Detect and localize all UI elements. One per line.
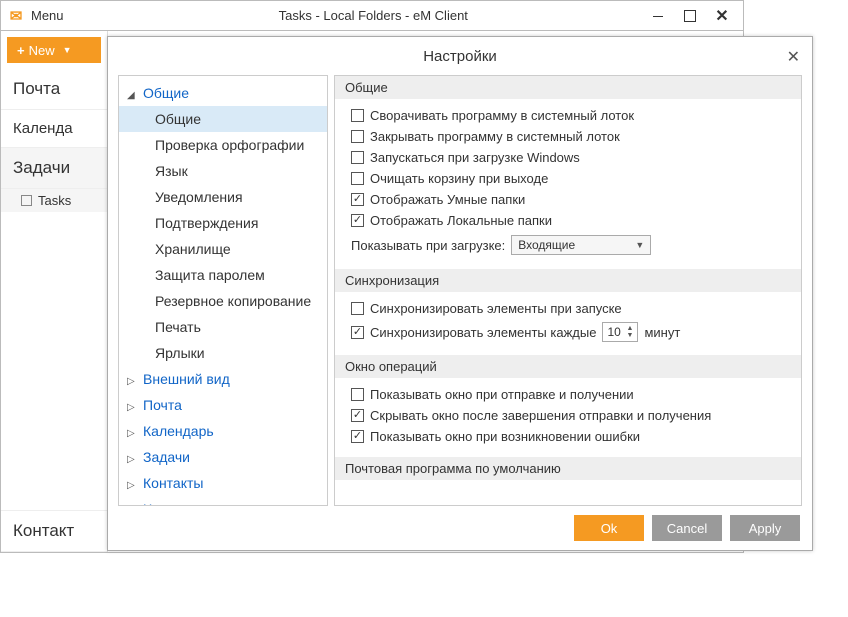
- chevron-down-icon: ▼: [63, 45, 72, 55]
- expand-icon: ▷: [127, 450, 135, 470]
- dialog-buttons: Ok Cancel Apply: [108, 506, 812, 550]
- settings-content: Общие Сворачивать программу в системный …: [334, 75, 802, 506]
- down-arrow-icon: ▼: [627, 332, 634, 339]
- nav-tasks-sub-label: Tasks: [38, 193, 71, 208]
- nav-mail[interactable]: Почта: [1, 69, 107, 110]
- tree-item-short[interactable]: Ярлыки: [119, 340, 327, 366]
- tree-label: Общие: [143, 85, 189, 101]
- nav-calendar[interactable]: Календа: [1, 110, 107, 148]
- checkbox-hide-ops[interactable]: [351, 409, 364, 422]
- expand-icon: ▷: [127, 372, 135, 392]
- opt-label: Показывать окно при возникновении ошибки: [370, 429, 640, 444]
- ok-button[interactable]: Ok: [574, 515, 644, 541]
- tree-item-lang[interactable]: Язык: [119, 158, 327, 184]
- tree-label: Задачи: [143, 449, 190, 465]
- tree-label: Календарь: [143, 423, 214, 439]
- section-header-default-client: Почтовая программа по умолчанию: [335, 457, 801, 480]
- dialog-close-button[interactable]: ✕: [787, 47, 800, 67]
- checkbox-show-ops[interactable]: [351, 388, 364, 401]
- opt-label: минут: [644, 325, 680, 340]
- checkbox-minimize-tray[interactable]: [351, 109, 364, 122]
- window-close[interactable]: ✕: [707, 5, 737, 27]
- new-button-label: New: [29, 43, 55, 58]
- settings-dialog: Настройки ✕ ◢Общие Общие Проверка орфогр…: [107, 36, 813, 551]
- checkbox-show-err[interactable]: [351, 430, 364, 443]
- opt-label: Отображать Умные папки: [370, 192, 525, 207]
- opt-label: Запускаться при загрузке Windows: [370, 150, 580, 165]
- opt-label: Синхронизировать элементы каждые: [370, 325, 596, 340]
- dialog-title: Настройки: [423, 48, 497, 65]
- apply-button[interactable]: Apply: [730, 515, 800, 541]
- tree-item-general[interactable]: Общие: [119, 106, 327, 132]
- opt-label: Синхронизировать элементы при запуске: [370, 301, 622, 316]
- expand-icon: ▷: [127, 476, 135, 496]
- sidebar: + New ▼ Почта Календа Задачи Tasks Конта…: [1, 31, 108, 552]
- checkbox-close-tray[interactable]: [351, 130, 364, 143]
- cancel-button[interactable]: Cancel: [652, 515, 722, 541]
- menu-button[interactable]: Menu: [31, 8, 64, 23]
- tree-item-storage[interactable]: Хранилище: [119, 236, 327, 262]
- settings-tree: ◢Общие Общие Проверка орфографии Язык Ув…: [118, 75, 328, 506]
- nav-tasks-sub[interactable]: Tasks: [1, 189, 107, 212]
- tree-cat-chat[interactable]: ▷Чат: [119, 496, 327, 506]
- section-header-general: Общие: [335, 76, 801, 99]
- tree-item-notif[interactable]: Уведомления: [119, 184, 327, 210]
- nav-tasks[interactable]: Задачи: [1, 148, 107, 189]
- tree-cat-cal[interactable]: ▷ Календарь: [119, 418, 327, 444]
- plus-icon: +: [17, 43, 25, 58]
- tree-cat-mail[interactable]: ▷ Почта: [119, 392, 327, 418]
- app-icon: ✉: [1, 7, 31, 25]
- combo-value: Входящие: [518, 238, 575, 252]
- spinner-value: 10: [607, 325, 620, 339]
- window-maximize[interactable]: [675, 5, 705, 27]
- tree-cat-general[interactable]: ◢ Общие: [119, 80, 327, 106]
- checkbox-icon: [21, 195, 32, 206]
- opt-label: Сворачивать программу в системный лоток: [370, 108, 634, 123]
- opt-label: Скрывать окно после завершения отправки …: [370, 408, 711, 423]
- show-on-start-combo[interactable]: Входящие ▼: [511, 235, 651, 255]
- checkbox-local-folders[interactable]: [351, 214, 364, 227]
- opt-label: Очищать корзину при выходе: [370, 171, 548, 186]
- expand-icon: ▷: [127, 424, 135, 444]
- section-header-sync: Синхронизация: [335, 269, 801, 292]
- checkbox-smart-folders[interactable]: [351, 193, 364, 206]
- tree-label: Внешний вид: [143, 371, 230, 387]
- tree-cat-tasks[interactable]: ▷ Задачи: [119, 444, 327, 470]
- new-button[interactable]: + New ▼: [7, 37, 101, 63]
- nav-contacts[interactable]: Контакт: [1, 510, 107, 552]
- checkbox-run-startup[interactable]: [351, 151, 364, 164]
- opt-label: Показывать окно при отправке и получении: [370, 387, 634, 402]
- tree-item-spell[interactable]: Проверка орфографии: [119, 132, 327, 158]
- titlebar: ✉ Menu Tasks - Local Folders - eM Client…: [1, 1, 743, 31]
- show-on-start-label: Показывать при загрузке:: [351, 238, 505, 253]
- checkbox-sync-interval[interactable]: [351, 326, 364, 339]
- section-header-ops: Окно операций: [335, 355, 801, 378]
- tree-label: Почта: [143, 397, 182, 413]
- up-arrow-icon: ▲: [627, 325, 634, 332]
- tree-item-pass[interactable]: Защита паролем: [119, 262, 327, 288]
- tree-cat-appearance[interactable]: ▷ Внешний вид: [119, 366, 327, 392]
- chevron-down-icon: ▼: [635, 240, 644, 250]
- tree-item-backup[interactable]: Резервное копирование: [119, 288, 327, 314]
- window-title: Tasks - Local Folders - eM Client: [64, 8, 743, 23]
- tree-item-confirm[interactable]: Подтверждения: [119, 210, 327, 236]
- opt-label: Отображать Локальные папки: [370, 213, 552, 228]
- collapse-icon: ◢: [127, 86, 135, 106]
- sync-interval-spinner[interactable]: 10 ▲▼: [602, 322, 638, 342]
- expand-icon: ▷: [127, 398, 135, 418]
- opt-label: Закрывать программу в системный лоток: [370, 129, 620, 144]
- checkbox-empty-trash[interactable]: [351, 172, 364, 185]
- dialog-titlebar: Настройки ✕: [108, 37, 812, 75]
- checkbox-sync-startup[interactable]: [351, 302, 364, 315]
- window-minimize[interactable]: [643, 5, 673, 27]
- tree-item-print[interactable]: Печать: [119, 314, 327, 340]
- tree-cat-contacts[interactable]: ▷ Контакты: [119, 470, 327, 496]
- tree-label: Контакты: [143, 475, 203, 491]
